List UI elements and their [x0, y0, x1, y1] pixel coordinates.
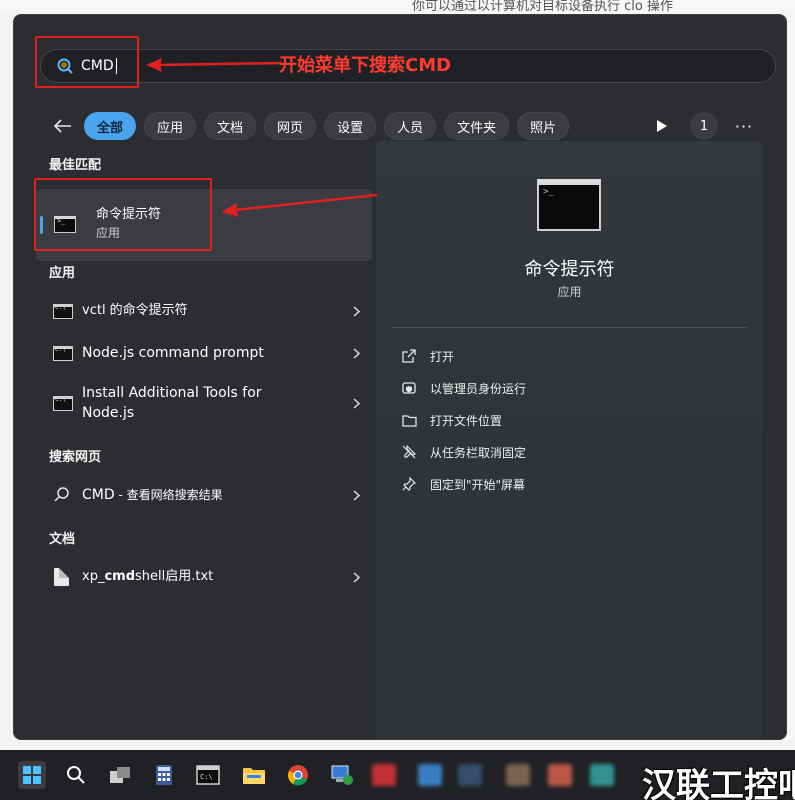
blurred-app-icon[interactable] [548, 764, 572, 786]
blurred-app-icon[interactable] [418, 764, 442, 786]
more-options-button[interactable]: ··· [730, 112, 758, 140]
pin-icon [400, 475, 418, 493]
detail-subtitle: 应用 [557, 285, 582, 299]
filter-bar-actions: 1 ··· [648, 111, 758, 141]
app-item-install-node-tools[interactable]: Install Additional Tools for Node.js [36, 377, 372, 429]
chevron-right-icon[interactable] [350, 397, 362, 409]
chevron-right-icon[interactable] [350, 571, 362, 583]
watermark-text: 汉联工控吧 [642, 766, 795, 800]
app-item-label: Install Additional Tools for Node.js [82, 385, 262, 421]
detail-title: 命令提示符 [524, 259, 615, 280]
background-document-edge [787, 14, 795, 740]
section-apps: 应用 [49, 266, 76, 281]
text-document-icon [54, 568, 69, 586]
section-web-search: 搜索网页 [49, 450, 102, 465]
chevron-right-icon[interactable] [350, 305, 362, 317]
blurred-app-icon[interactable] [458, 764, 482, 786]
back-arrow-icon[interactable] [48, 111, 78, 141]
app-item-label: vctl 的命令提示符 [82, 303, 188, 318]
action-open-file-location[interactable]: 打开文件位置 [400, 409, 502, 431]
blurred-app-icon[interactable] [590, 764, 614, 786]
filter-chip-apps[interactable]: 应用 [144, 112, 197, 140]
document-label-match: cmd [104, 569, 136, 584]
command-prompt-icon [53, 396, 73, 411]
filter-chip-documents[interactable]: 文档 [204, 112, 257, 140]
background-document-text: 你可以通过以计算机对目标设备执行 clo 操作 [412, 0, 673, 14]
blurred-app-icon[interactable] [506, 764, 530, 786]
blurred-app-icon[interactable] [372, 764, 396, 786]
document-label-rest: shell启用.txt [135, 569, 214, 584]
web-search-suffix: - 查看网络搜索结果 [114, 488, 223, 502]
unpin-icon [400, 443, 418, 461]
folder-icon [400, 411, 418, 429]
result-detail-pane: 命令提示符 应用 打开 以管理员身份运行 打开文件位置 从任务栏取消固定 [376, 141, 763, 739]
action-label: 从任务栏取消固定 [430, 445, 527, 460]
network-app-icon[interactable] [328, 761, 356, 789]
action-label: 打开 [430, 349, 455, 364]
chevron-right-icon[interactable] [350, 489, 362, 501]
filter-chip-web[interactable]: 网页 [264, 112, 317, 140]
document-label: xp_cmdshell启用.txt [82, 567, 213, 587]
taskbar-search-icon[interactable] [62, 761, 90, 789]
action-unpin-taskbar[interactable]: 从任务栏取消固定 [400, 441, 526, 463]
filter-chip-folders[interactable]: 文件夹 [444, 112, 510, 140]
action-pin-start[interactable]: 固定到"开始"屏幕 [400, 473, 525, 495]
filter-chip-settings[interactable]: 设置 [324, 112, 377, 140]
windows-start-icon[interactable] [18, 761, 46, 789]
filter-chip-photos[interactable]: 照片 [517, 112, 570, 140]
command-prompt-icon [53, 304, 73, 319]
filter-bar: 全部 应用 文档 网页 设置 人员 文件夹 照片 [48, 111, 577, 141]
action-open[interactable]: 打开 [400, 345, 454, 367]
section-best-match: 最佳匹配 [49, 158, 102, 173]
action-label: 固定到"开始"屏幕 [430, 477, 526, 492]
document-item-xp-cmdshell[interactable]: xp_cmdshell启用.txt [36, 557, 372, 597]
web-search-label: CMD - 查看网络搜索结果 [82, 485, 223, 505]
more-filters-play-icon[interactable] [648, 112, 676, 140]
chevron-right-icon[interactable] [350, 347, 362, 359]
annotation-arrow-search [146, 58, 283, 72]
app-item-label: Node.js command prompt [82, 345, 264, 361]
open-external-icon [400, 347, 418, 365]
command-prompt-large-icon [537, 179, 601, 231]
search-icon [54, 486, 70, 506]
calculator-icon[interactable] [150, 761, 178, 789]
document-label-prefix: xp_ [82, 569, 105, 584]
command-prompt-icon [53, 346, 73, 361]
result-count-badge[interactable]: 1 [690, 112, 718, 140]
filter-chip-all[interactable]: 全部 [84, 112, 137, 140]
web-search-item[interactable]: CMD - 查看网络搜索结果 [36, 475, 372, 515]
app-item-nodejs-command-prompt[interactable]: Node.js command prompt [36, 333, 372, 373]
file-explorer-icon[interactable] [240, 761, 268, 789]
action-label: 以管理员身份运行 [430, 381, 527, 396]
action-label: 打开文件位置 [430, 413, 503, 428]
app-item-vctl-command-prompt[interactable]: vctl 的命令提示符 [36, 291, 372, 331]
svg-text:C:\: C:\ [200, 773, 213, 781]
section-documents: 文档 [49, 532, 76, 547]
annotation-arrow-best-match [221, 193, 378, 217]
annotation-text-search: 开始菜单下搜索CMD [279, 55, 452, 76]
annotation-box-best-match [34, 178, 212, 251]
detail-divider [392, 327, 747, 328]
start-menu-search-panel: CMD 全部 应用 文档 网页 设置 人员 文件夹 照片 1 ··· 最佳匹配 … [13, 14, 787, 740]
action-run-as-admin[interactable]: 以管理员身份运行 [400, 377, 526, 399]
web-search-query: CMD [82, 487, 115, 503]
annotation-box-search [35, 36, 139, 88]
terminal-app-icon[interactable]: C:\ [194, 761, 222, 789]
chrome-icon[interactable] [284, 761, 312, 789]
task-view-icon[interactable] [106, 761, 134, 789]
shield-admin-icon [400, 379, 418, 397]
filter-chip-people[interactable]: 人员 [384, 112, 437, 140]
